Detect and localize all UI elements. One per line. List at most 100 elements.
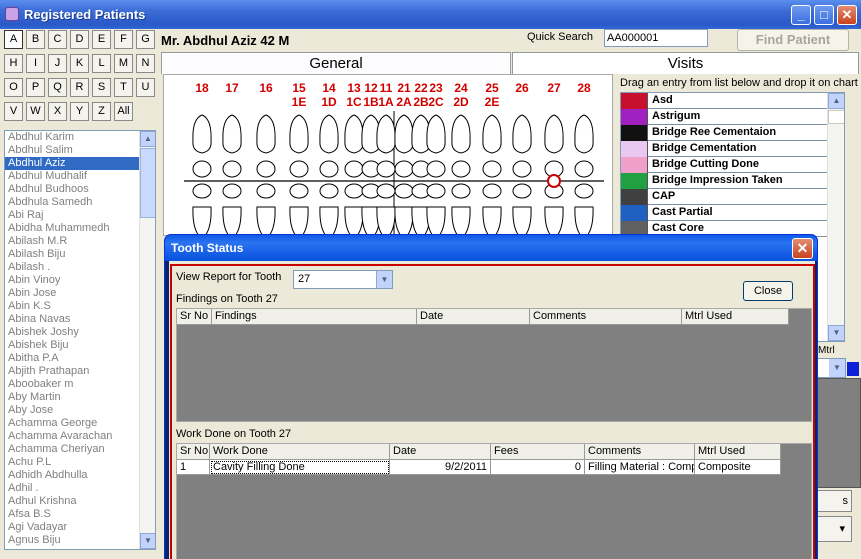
patient-list-item[interactable]: Abilash M.R	[5, 235, 155, 248]
letter-button-j[interactable]: J	[48, 54, 67, 73]
grid-cell[interactable]: Cavity Filling Done	[210, 460, 390, 475]
visits-scroll-thumb[interactable]	[828, 110, 844, 124]
letter-button-l[interactable]: L	[92, 54, 111, 73]
grid-column-header[interactable]: Date	[417, 309, 530, 325]
visit-item[interactable]: Bridge Cutting Done	[621, 157, 844, 173]
grid-cell[interactable]: 9/2/2011	[390, 460, 491, 475]
letter-button-d[interactable]: D	[70, 30, 89, 49]
patient-list-item[interactable]: Abishek Joshy	[5, 326, 155, 339]
patient-list-item[interactable]: Aby Jose	[5, 404, 155, 417]
patient-list-item[interactable]: Abdhul Aziz	[5, 157, 155, 170]
letter-button-w[interactable]: W	[26, 102, 45, 121]
find-patient-button[interactable]: Find Patient	[737, 29, 849, 51]
patient-list-item[interactable]: Abilash .	[5, 261, 155, 274]
teeth-diagram[interactable]	[164, 75, 613, 236]
grid-column-header[interactable]: Date	[390, 444, 491, 460]
letter-button-v[interactable]: V	[4, 102, 23, 121]
letter-button-c[interactable]: C	[48, 30, 67, 49]
patient-list-item[interactable]: Afsa B.S	[5, 508, 155, 521]
letter-button-t[interactable]: T	[114, 78, 133, 97]
grid-column-header[interactable]: Comments	[530, 309, 682, 325]
visits-scroll-down-button[interactable]: ▼	[828, 325, 844, 341]
patient-list-item[interactable]: Abdhul Budhoos	[5, 183, 155, 196]
patient-list-item[interactable]: Abin Vinoy	[5, 274, 155, 287]
visit-item[interactable]: Astrigum	[621, 109, 844, 125]
grid-column-header[interactable]: Findings	[212, 309, 417, 325]
grid-column-header[interactable]: Comments	[585, 444, 695, 460]
grid-column-header[interactable]: Sr No	[177, 309, 212, 325]
letter-button-n[interactable]: N	[136, 54, 155, 73]
letter-button-z[interactable]: Z	[92, 102, 111, 121]
visit-item[interactable]: Bridge Ree Cementaion	[621, 125, 844, 141]
letter-button-g[interactable]: G	[136, 30, 155, 49]
letter-button-h[interactable]: H	[4, 54, 23, 73]
letter-button-p[interactable]: P	[26, 78, 45, 97]
letter-button-x[interactable]: X	[48, 102, 67, 121]
patient-list-item[interactable]: Abdhul Karim	[5, 131, 155, 144]
patient-list-item[interactable]: Achamma George	[5, 417, 155, 430]
letter-button-all[interactable]: All	[114, 102, 133, 121]
patient-list-item[interactable]: Abina Navas	[5, 313, 155, 326]
letter-button-k[interactable]: K	[70, 54, 89, 73]
patient-list-item[interactable]: Abin Jose	[5, 287, 155, 300]
patient-list-item[interactable]: Achu P.L	[5, 456, 155, 469]
scroll-thumb[interactable]	[140, 148, 155, 218]
patient-list-scrollbar[interactable]: ▲ ▼	[139, 131, 155, 549]
letter-button-f[interactable]: F	[114, 30, 133, 49]
minimize-button[interactable]: _	[791, 5, 811, 25]
patient-list-item[interactable]: Abdhula Samedh	[5, 196, 155, 209]
grid-cell[interactable]: 1	[177, 460, 210, 475]
side-button[interactable]: s	[812, 490, 852, 512]
patient-list-item[interactable]: Achamma Avarachan	[5, 430, 155, 443]
maximize-button[interactable]: □	[814, 5, 834, 25]
patient-list-item[interactable]: Abdhul Mudhalif	[5, 170, 155, 183]
grid-column-header[interactable]: Sr No	[177, 444, 210, 460]
dialog-title-bar[interactable]: Tooth Status ✕	[165, 235, 817, 261]
letter-button-o[interactable]: O	[4, 78, 23, 97]
grid-column-header[interactable]: Work Done	[210, 444, 390, 460]
grid-column-header[interactable]: Mtrl Used	[695, 444, 781, 460]
dialog-close-x-button[interactable]: ✕	[792, 238, 813, 259]
letter-button-e[interactable]: E	[92, 30, 111, 49]
letter-button-r[interactable]: R	[70, 78, 89, 97]
close-button[interactable]: Close	[743, 281, 793, 301]
visits-list-scrollbar[interactable]: ▲ ▼	[827, 93, 844, 341]
patient-list-item[interactable]: Abilash Biju	[5, 248, 155, 261]
patient-list-item[interactable]: Abitha P.A	[5, 352, 155, 365]
visit-item[interactable]: CAP	[621, 189, 844, 205]
patient-list-item[interactable]: Abin K.S	[5, 300, 155, 313]
patient-list-item[interactable]: Aby Martin	[5, 391, 155, 404]
grid-cell[interactable]: Composite	[695, 460, 781, 475]
patient-list[interactable]: Abdhul Karim Abdhul Salim Abdhul Aziz Abdhu…	[4, 130, 156, 550]
patient-list-item[interactable]: Achamma Cheriyan	[5, 443, 155, 456]
letter-button-q[interactable]: Q	[48, 78, 67, 97]
work-done-grid[interactable]: Sr No Work Done Date Fees Comments Mtrl Used …	[176, 443, 812, 559]
print-dropdown-button[interactable]: ▾	[812, 516, 852, 542]
dental-chart[interactable]: 18 17 16 15 14 13 12 11 21 22 23 24 25 26 27 28 1E 1D 1C 1B…	[163, 74, 613, 236]
patient-list-item[interactable]: Adhil .	[5, 482, 155, 495]
tab-general[interactable]: General	[161, 52, 511, 74]
visit-item[interactable]: Bridge Cementation	[621, 141, 844, 157]
patient-list-item[interactable]: Adhidh Abdhulla	[5, 469, 155, 482]
findings-grid[interactable]: Sr No Findings Date Comments Mtrl Used	[176, 308, 812, 422]
close-window-button[interactable]: ✕	[837, 5, 857, 25]
letter-button-i[interactable]: I	[26, 54, 45, 73]
scroll-up-button[interactable]: ▲	[140, 131, 155, 147]
title-bar[interactable]: Registered Patients _ □ ✕	[0, 0, 861, 29]
patient-list-item[interactable]: Abi Raj	[5, 209, 155, 222]
visit-item[interactable]: Asd	[621, 93, 844, 109]
grid-column-header[interactable]: Fees	[491, 444, 585, 460]
letter-button-b[interactable]: B	[26, 30, 45, 49]
patient-list-item[interactable]: Agi Vadayar	[5, 521, 155, 534]
scroll-down-button[interactable]: ▼	[140, 533, 155, 549]
letter-button-s[interactable]: S	[92, 78, 111, 97]
patient-list-item[interactable]: Abjith Prathapan	[5, 365, 155, 378]
visit-item[interactable]: Bridge Impression Taken	[621, 173, 844, 189]
grid-cell[interactable]: Filling Material : Comp	[585, 460, 695, 475]
patient-list-item[interactable]: Adhul Krishna	[5, 495, 155, 508]
visit-item[interactable]: Cast Partial	[621, 205, 844, 221]
visits-scroll-up-button[interactable]: ▲	[828, 93, 844, 109]
letter-button-a[interactable]: A	[4, 30, 23, 49]
grid-column-header[interactable]: Mtrl Used	[682, 309, 789, 325]
letter-button-u[interactable]: U	[136, 78, 155, 97]
